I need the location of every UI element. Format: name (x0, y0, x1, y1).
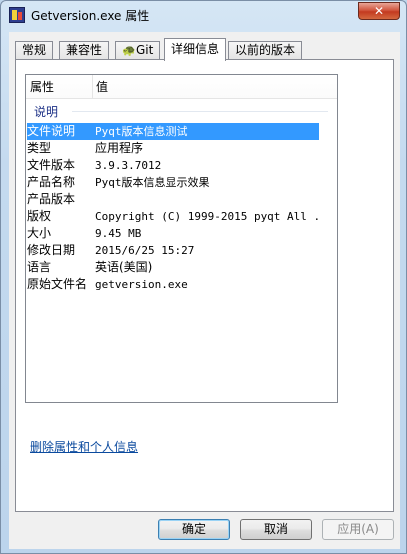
property-value: Pyqt版本信息显示效果 (95, 176, 210, 189)
property-name: 原始文件名 (27, 277, 88, 291)
turtle-icon: 🐢 (122, 44, 136, 57)
details-list[interactable]: 属性 值 说明 文件说明 Pyqt版本信息测试 类型 应用程序 文件版本 3.9… (25, 74, 338, 403)
property-value: 2015/6/25 15:27 (95, 244, 195, 257)
tab-previous-versions-label: 以前的版本 (235, 43, 296, 57)
property-name: 产品版本 (27, 192, 76, 206)
tab-details-label: 详细信息 (171, 42, 220, 56)
window-title: Getversion.exe 属性 (31, 9, 150, 23)
tab-git[interactable]: 🐢Git (115, 41, 161, 60)
property-value: Copyright (C) 1999-2015 pyqt All ... (95, 210, 319, 223)
remove-properties-link[interactable]: 删除属性和个人信息 (30, 438, 138, 455)
group-label: 说明 (34, 103, 63, 120)
table-row[interactable]: 版权 Copyright (C) 1999-2015 pyqt All ... (27, 208, 319, 225)
cancel-button[interactable]: 取消 (240, 519, 312, 540)
list-header: 属性 值 (26, 75, 337, 99)
property-name: 版权 (27, 209, 52, 223)
property-name: 大小 (27, 226, 52, 240)
details-panel: 属性 值 说明 文件说明 Pyqt版本信息测试 类型 应用程序 文件版本 3.9… (15, 59, 394, 512)
table-row[interactable]: 文件说明 Pyqt版本信息测试 (27, 123, 319, 140)
tab-previous-versions[interactable]: 以前的版本 (228, 41, 303, 60)
app-icon (9, 7, 25, 23)
group-divider (72, 111, 328, 112)
property-value: 英语(美国) (95, 260, 153, 274)
tab-general[interactable]: 常规 (15, 41, 54, 60)
table-row[interactable]: 产品版本 (27, 191, 319, 208)
property-name: 修改日期 (27, 243, 76, 257)
title-bar[interactable]: Getversion.exe 属性 ✕ (1, 1, 406, 31)
tab-git-label: Git (136, 43, 154, 57)
property-value: 9.45 MB (95, 227, 142, 240)
close-button[interactable]: ✕ (358, 2, 400, 20)
table-row[interactable]: 产品名称 Pyqt版本信息显示效果 (27, 174, 319, 191)
column-header-value[interactable]: 值 (94, 75, 337, 99)
tab-compatibility[interactable]: 兼容性 (59, 41, 110, 60)
property-name: 产品名称 (27, 175, 76, 189)
table-row[interactable]: 原始文件名 getversion.exe (27, 276, 319, 293)
property-value: getversion.exe (95, 278, 188, 291)
tab-compatibility-label: 兼容性 (66, 43, 103, 57)
dialog-client: 常规 兼容性 🐢Git 详细信息 以前的版本 属性 值 说明 文件说明 Pyqt… (9, 32, 400, 549)
column-header-property[interactable]: 属性 (26, 75, 93, 99)
property-name: 类型 (27, 141, 52, 155)
ok-button[interactable]: 确定 (158, 519, 230, 540)
apply-button[interactable]: 应用(A) (322, 519, 394, 540)
tab-general-label: 常规 (22, 43, 47, 57)
table-row[interactable]: 文件版本 3.9.3.7012 (27, 157, 319, 174)
property-name: 文件版本 (27, 158, 76, 172)
table-row[interactable]: 类型 应用程序 (27, 140, 319, 157)
property-value: Pyqt版本信息测试 (95, 125, 188, 138)
group-description: 说明 (32, 103, 332, 120)
tab-details[interactable]: 详细信息 (164, 38, 227, 61)
tab-strip: 常规 兼容性 🐢Git 详细信息 以前的版本 (15, 38, 395, 61)
table-row[interactable]: 大小 9.45 MB (27, 225, 319, 242)
properties-window: Getversion.exe 属性 ✕ 常规 兼容性 🐢Git 详细信息 以前的… (0, 0, 407, 554)
property-name: 语言 (27, 260, 52, 274)
property-value: 应用程序 (95, 141, 144, 155)
table-row[interactable]: 修改日期 2015/6/25 15:27 (27, 242, 319, 259)
property-name: 文件说明 (27, 124, 76, 138)
property-value: 3.9.3.7012 (95, 159, 162, 172)
table-row[interactable]: 语言 英语(美国) (27, 259, 319, 276)
